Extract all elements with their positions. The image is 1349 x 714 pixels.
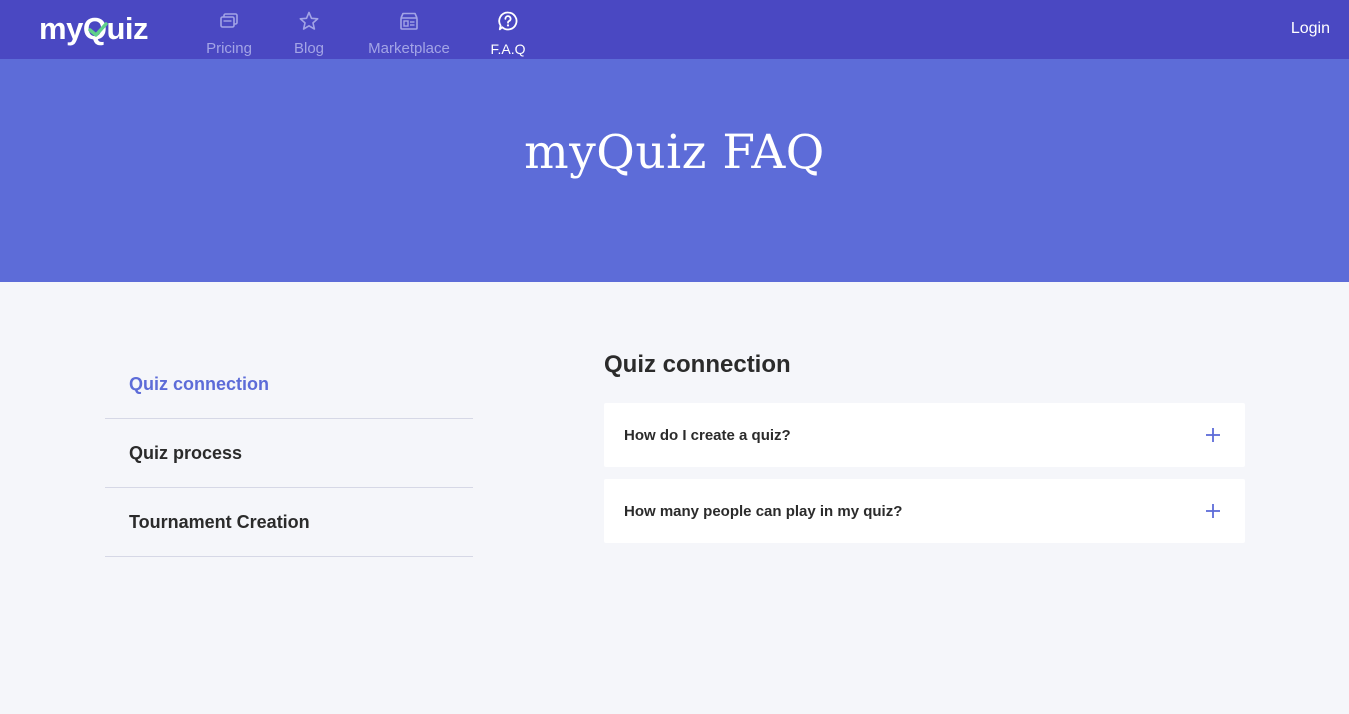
faq-question-item[interactable]: How many people can play in my quiz? — [604, 479, 1245, 543]
navbar: my Q uiz Pricing Blog Marketplace F.A.Q … — [0, 0, 1349, 59]
logo-text-uiz: uiz — [106, 11, 148, 46]
plus-icon[interactable] — [1205, 503, 1221, 519]
logo-q: Q — [83, 12, 108, 46]
faq-question-item[interactable]: How do I create a quiz? — [604, 403, 1245, 467]
help-bubble-icon — [498, 11, 518, 31]
section-title: Quiz connection — [604, 351, 791, 378]
nav-item-label: Blog — [293, 40, 325, 57]
store-icon — [400, 12, 418, 30]
sidebar-item-label: Quiz process — [129, 442, 243, 463]
login-link[interactable]: Login — [1291, 20, 1330, 38]
nav-item-marketplace[interactable]: Marketplace — [364, 10, 454, 58]
checkmark-icon — [88, 22, 108, 37]
sidebar-item-label: Quiz connection — [129, 373, 270, 394]
logo-text-my: my — [39, 11, 83, 46]
faq-question-text: How do I create a quiz? — [624, 426, 791, 444]
sidebar-item-quiz-connection[interactable]: Quiz connection — [105, 350, 473, 419]
sidebar-item-tournament-creation[interactable]: Tournament Creation — [105, 488, 473, 557]
page-title: myQuiz FAQ — [524, 125, 825, 180]
star-icon — [299, 11, 319, 30]
faq-category-sidebar: Quiz connection Quiz process Tournament … — [105, 350, 473, 557]
cards-icon — [220, 13, 238, 28]
nav-item-blog[interactable]: Blog — [290, 10, 328, 58]
nav-item-label: Marketplace — [368, 40, 450, 57]
nav-item-pricing[interactable]: Pricing — [204, 10, 254, 58]
sidebar-item-quiz-process[interactable]: Quiz process — [105, 419, 473, 488]
nav-item-faq[interactable]: F.A.Q — [488, 10, 528, 58]
logo[interactable]: my Q uiz — [39, 12, 148, 46]
sidebar-item-label: Tournament Creation — [129, 511, 310, 532]
plus-icon[interactable] — [1205, 427, 1221, 443]
nav-item-label: Pricing — [206, 40, 252, 57]
hero-banner: myQuiz FAQ — [0, 59, 1349, 282]
faq-question-text: How many people can play in my quiz? — [624, 502, 903, 520]
nav-item-label: F.A.Q — [490, 41, 526, 57]
